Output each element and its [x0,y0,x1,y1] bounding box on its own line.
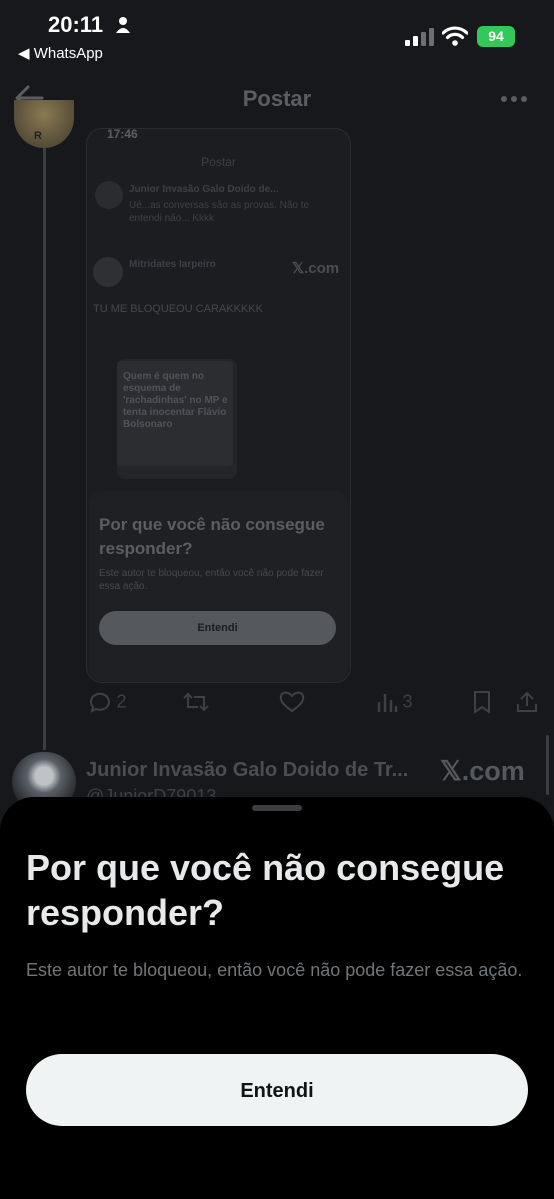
author-name[interactable]: Junior Invasão Galo Doido de Tr... [86,759,408,782]
understood-button[interactable]: Entendi [26,1054,528,1126]
embedded-quoted-author: Mitridates Iarpeiro [129,259,216,270]
retweet-icon[interactable] [183,690,209,714]
sheet-subtitle: Este autor te bloqueou, então você não p… [26,960,523,980]
status-time: 20:11 [48,12,104,37]
scrollbar[interactable] [546,735,549,795]
page-title: Postar [242,86,312,111]
sheet-title: Por que você não consegue responder? [26,847,505,933]
embedded-reply-author: Junior Invasão Galo Doido de... [129,184,279,195]
embedded-screenshot-image[interactable]: 17:46 Postar Junior Invasão Galo Doido d… [86,128,351,683]
views-icon [377,694,398,712]
like-icon[interactable] [279,690,305,714]
avatar[interactable]: R [14,100,74,148]
embedded-time: 17:46 [107,128,138,141]
back-to-app-link[interactable]: ◀ WhatsApp [18,44,103,62]
reply-count: 2 [116,691,127,712]
wifi-icon [442,26,468,46]
embedded-thumbnail-text: Quem é quem no esquema de 'rachadinhas' … [123,371,228,430]
embedded-reply-text: Ué...as conversas são as provas. Não te … [129,200,310,224]
views-button[interactable]: 3 [376,690,412,714]
embedded-bottom-sheet: Por que você não consegue responder? Est… [89,491,348,681]
cellular-signal-icon [405,28,434,46]
person-icon [116,17,130,33]
reply-icon [89,692,110,713]
more-options-icon[interactable] [500,95,528,103]
reply-button[interactable]: 2 [88,690,126,714]
bookmark-icon[interactable] [471,690,493,714]
battery-icon: 94 [477,26,515,47]
embedded-avatar [95,181,123,209]
embedded-post-text: TU ME BLOQUEOU CARAKKKKK [93,303,263,315]
embedded-x-logo: 𝕏.com [292,260,340,277]
embedded-sheet-subtitle: Este autor te bloqueou, então você não p… [99,568,324,592]
sheet-grabber[interactable] [252,805,302,811]
share-icon[interactable] [515,690,539,714]
embedded-avatar-2 [93,257,123,287]
bottom-sheet: Por que você não consegue responder? Est… [0,797,554,1199]
views-count: 3 [402,691,413,712]
embedded-sheet-title: Por que você não consegue responder? [99,515,325,558]
embedded-title: Postar [201,155,236,169]
thread-line [43,140,46,750]
embedded-thumbnail-article: Quem é quem no esquema de 'rachadinhas' … [117,361,233,466]
embedded-sheet-button: Entendi [99,611,336,645]
x-logo: 𝕏.com [440,756,525,786]
